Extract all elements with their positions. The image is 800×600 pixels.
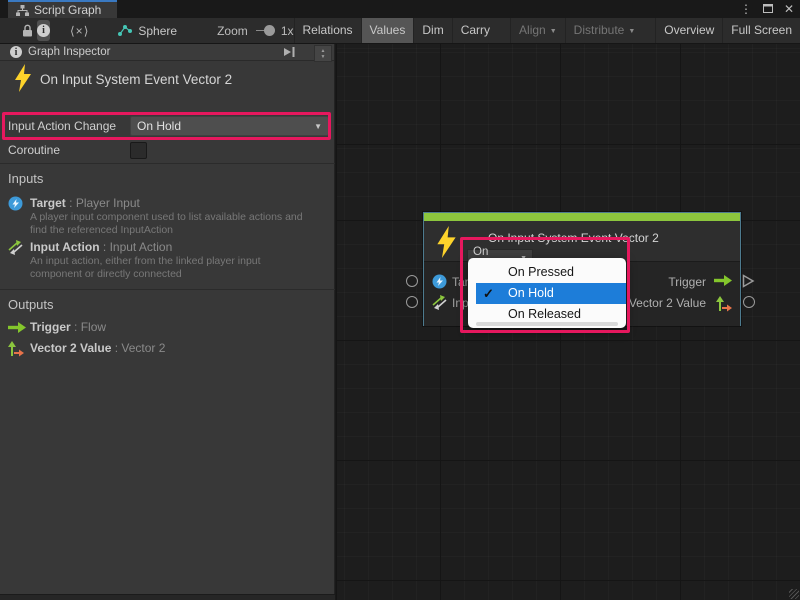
breadcrumb-label: Sphere bbox=[138, 24, 177, 38]
target-port-icon bbox=[8, 196, 23, 211]
input-doc-target: Target : Player Input bbox=[30, 196, 140, 210]
menu-item-on-pressed[interactable]: On Pressed bbox=[468, 262, 626, 283]
maximize-icon[interactable] bbox=[763, 0, 773, 18]
menu-item-on-hold[interactable]: ✓ On Hold bbox=[476, 283, 626, 304]
input-action-change-dropdown[interactable]: On Hold ▼ bbox=[130, 116, 329, 136]
divider bbox=[0, 163, 335, 164]
close-icon[interactable]: ✕ bbox=[784, 0, 794, 18]
zoom-slider-handle[interactable] bbox=[264, 25, 275, 36]
target-port-icon bbox=[432, 274, 447, 289]
zoom-level: 1x bbox=[281, 24, 294, 38]
port-label: Vector 2 Value bbox=[629, 296, 706, 310]
inputs-section-title: Inputs bbox=[8, 171, 43, 186]
input-doc-input-action: Input Action : Input Action bbox=[30, 240, 172, 254]
overview-button[interactable]: Overview bbox=[655, 18, 722, 43]
inspector-toggle-button[interactable]: i bbox=[37, 20, 50, 41]
graph-icon bbox=[16, 5, 29, 16]
info-icon: i bbox=[37, 24, 50, 37]
node-selected-bar bbox=[424, 213, 740, 221]
port-label: Trigger bbox=[668, 275, 706, 289]
graph-breadcrumb[interactable]: Sphere bbox=[111, 18, 183, 43]
output-port-trigger[interactable] bbox=[742, 274, 755, 288]
inspector-header[interactable]: i Graph Inspector ▲ ▼ bbox=[0, 44, 334, 61]
input-port-target[interactable] bbox=[406, 275, 418, 287]
input-action-change-label: Input Action Change bbox=[8, 119, 116, 133]
event-bolt-icon bbox=[436, 226, 457, 258]
action-dropdown-menu: On Pressed ✓ On Hold On Released bbox=[468, 258, 626, 328]
trigger-port-icon bbox=[714, 275, 732, 286]
chevron-down-icon: ▼ bbox=[628, 28, 635, 35]
graph-toolbar: i ⟨×⟩ Sphere Zoom 1x Relations Values Di… bbox=[0, 18, 800, 44]
zoom-slider[interactable] bbox=[256, 30, 273, 31]
sphere-graph-icon bbox=[117, 24, 132, 37]
outputs-section-title: Outputs bbox=[8, 297, 54, 312]
title-bar: Script Graph ⋮ ✕ bbox=[0, 0, 800, 18]
vector2-port-icon bbox=[8, 341, 24, 357]
node-header[interactable]: On Input System Event Vector 2 On Hold ▼ bbox=[424, 221, 740, 261]
resize-grip[interactable] bbox=[789, 589, 799, 599]
input-action-port-icon bbox=[8, 240, 23, 255]
input-action-port-icon bbox=[432, 295, 447, 310]
full-screen-button[interactable]: Full Screen bbox=[722, 18, 800, 43]
graph-canvas[interactable]: On Input System Event Vector 2 On Hold ▼… bbox=[336, 44, 800, 600]
coroutine-checkbox[interactable] bbox=[130, 142, 147, 159]
info-icon: i bbox=[10, 46, 22, 58]
toolbar-button-group: Relations Values Dim Carry Align▼ Distri… bbox=[294, 18, 800, 43]
tab-label: Script Graph bbox=[34, 3, 101, 17]
align-button: Align▼ bbox=[510, 18, 565, 43]
target-description: A player input component used to list av… bbox=[30, 211, 303, 237]
chevron-down-icon: ▼ bbox=[550, 28, 557, 35]
script-graph-window: Script Graph ⋮ ✕ i ⟨×⟩ bbox=[0, 0, 800, 600]
input-action-description: An input action, either from the linked … bbox=[30, 255, 261, 281]
node-title: On Input System Event Vector 2 bbox=[488, 231, 659, 245]
output-doc-trigger: Trigger : Flow bbox=[30, 320, 106, 334]
dock-icon[interactable] bbox=[282, 46, 296, 61]
divider bbox=[0, 289, 335, 290]
dropdown-value: On Hold bbox=[137, 119, 181, 133]
trigger-port-icon bbox=[8, 322, 26, 333]
chevron-down-icon: ▼ bbox=[314, 122, 322, 131]
output-port-vector2[interactable] bbox=[743, 296, 755, 308]
panel-spinner[interactable]: ▲ ▼ bbox=[314, 45, 332, 62]
input-port-input-action[interactable] bbox=[406, 296, 418, 308]
menu-scroll-strip bbox=[476, 322, 618, 326]
code-preview-button[interactable]: ⟨×⟩ bbox=[70, 20, 89, 41]
lock-button[interactable] bbox=[22, 20, 33, 41]
lock-icon bbox=[22, 24, 33, 37]
spinner-down-icon[interactable]: ▼ bbox=[321, 54, 326, 60]
output-doc-vector2: Vector 2 Value : Vector 2 bbox=[30, 341, 165, 355]
zoom-label: Zoom bbox=[217, 24, 248, 38]
inspector-title: Graph Inspector bbox=[28, 46, 110, 58]
event-bolt-icon bbox=[14, 64, 32, 92]
code-icon: ⟨×⟩ bbox=[70, 24, 89, 38]
more-icon[interactable]: ⋮ bbox=[740, 0, 752, 18]
check-icon: ✓ bbox=[483, 283, 494, 304]
values-button[interactable]: Values bbox=[361, 18, 414, 43]
panel-footer bbox=[0, 594, 335, 600]
distribute-button: Distribute▼ bbox=[565, 18, 644, 43]
vector2-port-icon bbox=[716, 296, 732, 312]
tab-script-graph[interactable]: Script Graph bbox=[8, 0, 117, 18]
graph-inspector-panel: i Graph Inspector ▲ ▼ On Input System Ev… bbox=[0, 44, 335, 594]
inspected-node-title: On Input System Event Vector 2 bbox=[40, 72, 232, 87]
dim-button[interactable]: Dim bbox=[413, 18, 451, 43]
coroutine-label: Coroutine bbox=[8, 143, 60, 157]
relations-button[interactable]: Relations bbox=[294, 18, 361, 43]
carry-button[interactable]: Carry bbox=[452, 18, 498, 43]
